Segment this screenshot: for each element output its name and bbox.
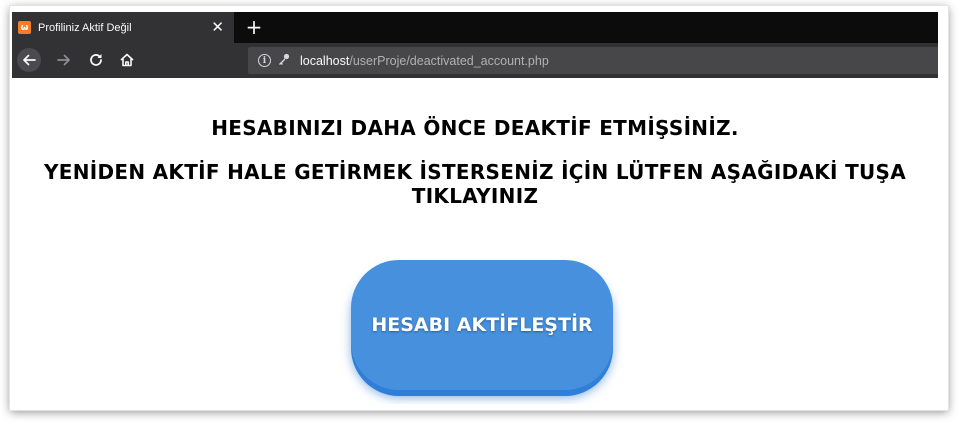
url-bar[interactable]: i localhost/userProje/deactivated_accoun… (248, 47, 938, 74)
page-content: HESABINIZI DAHA ÖNCE DEAKTİF ETMİŞSİNİZ.… (12, 78, 938, 404)
back-arrow-icon (23, 54, 36, 66)
new-tab-button[interactable]: + (242, 14, 266, 40)
info-icon[interactable]: i (258, 54, 271, 67)
tab-active[interactable]: ω Profiliniz Aktif Değil ✕ (12, 12, 234, 43)
key-icon[interactable] (277, 51, 290, 70)
url-host: localhost (300, 53, 350, 68)
forward-arrow-icon (57, 54, 70, 66)
url-path: /userProje/deactivated_account.php (349, 53, 549, 68)
reload-button[interactable] (84, 48, 108, 72)
url-text[interactable]: localhost/userProje/deactivated_account.… (300, 54, 549, 68)
back-button[interactable] (17, 48, 41, 72)
home-button[interactable] (115, 48, 139, 72)
deactivated-heading: HESABINIZI DAHA ÖNCE DEAKTİF ETMİŞSİNİZ. (211, 116, 739, 140)
home-icon (120, 53, 134, 67)
reactivate-instruction: YENİDEN AKTİF HALE GETİRMEK İSTERSENİZ İ… (43, 160, 907, 208)
activate-account-button[interactable]: HESABI AKTİFLEŞTİR (351, 260, 613, 390)
close-icon[interactable]: ✕ (211, 18, 224, 36)
reload-icon (90, 54, 102, 66)
tab-title: Profiliniz Aktif Değil (38, 21, 132, 34)
tab-strip: ω Profiliniz Aktif Değil ✕ + (12, 12, 938, 43)
forward-button[interactable] (52, 48, 76, 72)
xampp-icon: ω (18, 21, 31, 34)
navigation-toolbar: i localhost/userProje/deactivated_accoun… (12, 43, 938, 78)
